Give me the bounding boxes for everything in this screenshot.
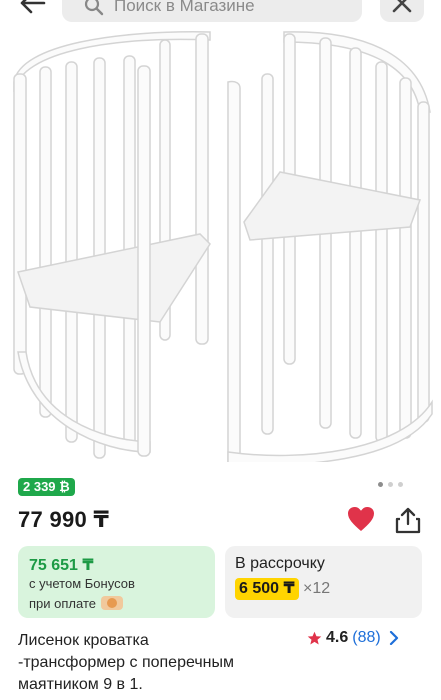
- back-arrow-icon: [20, 0, 46, 14]
- share-button[interactable]: [395, 506, 421, 539]
- bonus-note: с учетом Бонусов: [29, 576, 135, 591]
- installment-multiplier: ×12: [303, 580, 331, 597]
- bonus-price: 75 651 ₸: [29, 557, 94, 574]
- chevron-right-icon: [389, 631, 398, 645]
- rating-value: 4.6: [326, 629, 349, 646]
- installment-card[interactable]: В рассрочку 6 500 ₸ ×12: [225, 546, 422, 618]
- bonus-note-text: при оплате: [29, 596, 96, 611]
- star-icon: [307, 631, 322, 644]
- gallery-dot[interactable]: [378, 482, 383, 487]
- close-icon: [392, 0, 412, 13]
- back-button[interactable]: [18, 0, 48, 18]
- product-image[interactable]: [0, 22, 441, 466]
- close-button[interactable]: [380, 0, 424, 22]
- bonus-note-payment: при оплате: [29, 594, 123, 611]
- installment-monthly: 6 500 ₸: [235, 578, 299, 600]
- gallery-dot[interactable]: [398, 482, 403, 487]
- installment-title: В рассрочку: [235, 555, 325, 572]
- product-title-line: маятником 9 в 1.: [18, 676, 143, 693]
- heart-icon: [348, 507, 374, 531]
- gallery-dot[interactable]: [388, 482, 393, 487]
- product-title-line: Лисенок кроватка: [18, 632, 149, 649]
- product-title-line: -трансформер с поперечным: [18, 654, 234, 671]
- product-title: Лисенок кроватка -трансформер с поперечн…: [18, 630, 278, 696]
- search-placeholder: Поиск в Магазине: [114, 0, 255, 15]
- product-price: 77 990 ₸: [18, 507, 110, 532]
- search-input[interactable]: Поиск в Магазине: [62, 0, 362, 22]
- rating-link[interactable]: 4.6 (88): [307, 628, 399, 648]
- favorite-button[interactable]: [347, 506, 375, 537]
- gallery-pagination: [378, 482, 403, 487]
- search-icon: [84, 0, 104, 16]
- crib-illustration: [13, 31, 433, 466]
- bonus-price-card[interactable]: 75 651 ₸ с учетом Бонусов при оплате: [18, 546, 215, 618]
- bonus-badge: 2 339 ₿: [18, 478, 75, 496]
- reviews-count: (88): [352, 629, 381, 646]
- top-bar: Поиск в Магазине: [0, 0, 441, 22]
- bonus-coin-icon: [100, 596, 123, 610]
- share-icon: [395, 507, 421, 534]
